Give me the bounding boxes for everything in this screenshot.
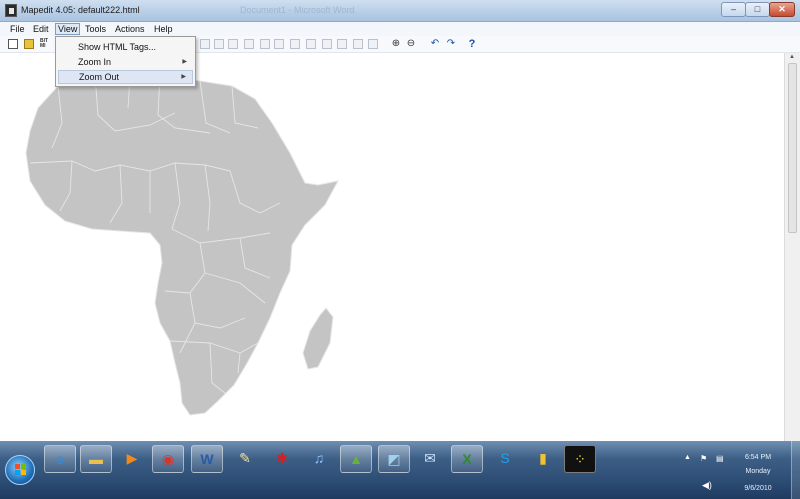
map-canvas[interactable] — [0, 53, 784, 441]
media-player-icon[interactable]: ▶ — [116, 445, 148, 473]
window-title: Mapedit 4.05: default222.html — [21, 5, 140, 15]
paint-splat-icon[interactable]: ✱ — [266, 445, 298, 473]
minimize-button[interactable]: – — [721, 2, 746, 17]
clock-time[interactable]: 6:54 PM — [733, 454, 783, 461]
background-window-title: Document1 - Microsoft Word — [240, 5, 355, 15]
polygon-tool-icon[interactable] — [228, 39, 238, 49]
menu-item-show-html-tags[interactable]: Show HTML Tags... — [58, 40, 193, 54]
network-icon[interactable]: ▤ — [716, 454, 724, 463]
menu-bar: File Edit View Tools Actions Help — [0, 22, 800, 36]
align-left-icon[interactable] — [274, 39, 284, 49]
view-menu-dropdown: Show HTML Tags... Zoom In ▶ Zoom Out ▶ — [55, 36, 196, 87]
menu-item-label: Zoom Out — [79, 72, 120, 82]
zoom-out-icon[interactable]: ⊖ — [406, 39, 416, 49]
taskbar: e ▬ ▶ ◉ W ✎ ✱ ♫ ▲ ◩ ✉ X S ▮ ⁘ ▲ ⚑ ▤ ◀) 6… — [0, 441, 800, 499]
menu-view[interactable]: View — [55, 23, 81, 35]
images-icon[interactable]: ◩ — [378, 445, 410, 473]
move-tool-icon[interactable] — [260, 39, 270, 49]
menu-actions[interactable]: Actions — [113, 23, 147, 35]
close-button[interactable]: ✕ — [769, 2, 795, 17]
redo-icon[interactable]: ↷ — [446, 39, 456, 49]
scroll-up-icon[interactable]: ▲ — [789, 54, 795, 60]
scrollbar-thumb[interactable] — [788, 63, 797, 233]
skype-icon[interactable]: S — [489, 445, 521, 473]
chrome-icon[interactable]: ◉ — [152, 445, 184, 473]
select-tool-icon[interactable] — [244, 39, 254, 49]
start-button[interactable] — [5, 455, 35, 485]
menu-edit[interactable]: Edit — [31, 23, 51, 35]
excel-icon[interactable]: X — [451, 445, 483, 473]
word-icon[interactable]: W — [191, 445, 223, 473]
notepad-icon[interactable]: ✎ — [229, 445, 261, 473]
madagascar[interactable] — [302, 307, 334, 370]
submenu-arrow-icon: ▶ — [181, 74, 186, 80]
rectangle-tool-icon[interactable] — [200, 39, 210, 49]
internet-explorer-icon[interactable]: e — [44, 445, 76, 473]
system-tray: ▲ ⚑ ▤ ◀) 6:54 PM Monday 9/6/2010 — [680, 454, 790, 498]
help-icon[interactable]: ? — [467, 39, 477, 50]
maximize-button[interactable]: □ — [745, 2, 770, 17]
mail-icon[interactable]: ✉ — [414, 445, 446, 473]
align-center-icon[interactable] — [290, 39, 300, 49]
show-desktop-button[interactable] — [791, 441, 800, 499]
menu-item-zoom-out[interactable]: Zoom Out ▶ — [58, 70, 193, 84]
menu-help[interactable]: Help — [152, 23, 175, 35]
itunes-icon[interactable]: ♫ — [303, 445, 335, 473]
bitmap-icon[interactable]: BIT MI — [40, 39, 52, 49]
title-bar: Mapedit 4.05: default222.html Document1 … — [0, 0, 800, 22]
africa-map[interactable] — [0, 53, 784, 441]
align-middle-icon[interactable] — [337, 39, 347, 49]
volume-icon[interactable]: ◀) — [702, 480, 712, 491]
photo-viewer-icon[interactable]: ▲ — [340, 445, 372, 473]
menu-item-label: Show HTML Tags... — [78, 42, 157, 52]
show-hidden-icons-icon[interactable]: ▲ — [684, 454, 691, 461]
open-folder-icon[interactable] — [24, 39, 34, 49]
undo-icon[interactable]: ↶ — [430, 39, 440, 49]
align-top-icon[interactable] — [322, 39, 332, 49]
file-explorer-icon[interactable]: ▬ — [80, 445, 112, 473]
menu-item-zoom-in[interactable]: Zoom In ▶ — [58, 55, 193, 69]
network-map-icon[interactable]: ⁘ — [564, 445, 596, 473]
clock-date[interactable]: 9/6/2010 — [733, 485, 783, 492]
menu-file[interactable]: File — [8, 23, 27, 35]
usb-icon[interactable]: ▮ — [527, 445, 559, 473]
new-document-icon[interactable] — [8, 39, 18, 49]
zoom-in-icon[interactable]: ⊕ — [391, 39, 401, 49]
same-size-icon[interactable] — [368, 39, 378, 49]
app-icon[interactable] — [5, 4, 17, 17]
submenu-arrow-icon: ▶ — [182, 59, 187, 65]
vertical-scrollbar[interactable]: ▲ — [784, 53, 800, 441]
clock-day[interactable]: Monday — [733, 468, 783, 475]
windows-logo-icon — [15, 464, 27, 476]
circle-tool-icon[interactable] — [214, 39, 224, 49]
menu-item-label: Zoom In — [78, 57, 112, 67]
menu-tools[interactable]: Tools — [83, 23, 108, 35]
align-right-icon[interactable] — [306, 39, 316, 49]
align-bottom-icon[interactable] — [353, 39, 363, 49]
africa-continent[interactable] — [25, 74, 339, 416]
action-center-icon[interactable]: ⚑ — [700, 454, 707, 463]
